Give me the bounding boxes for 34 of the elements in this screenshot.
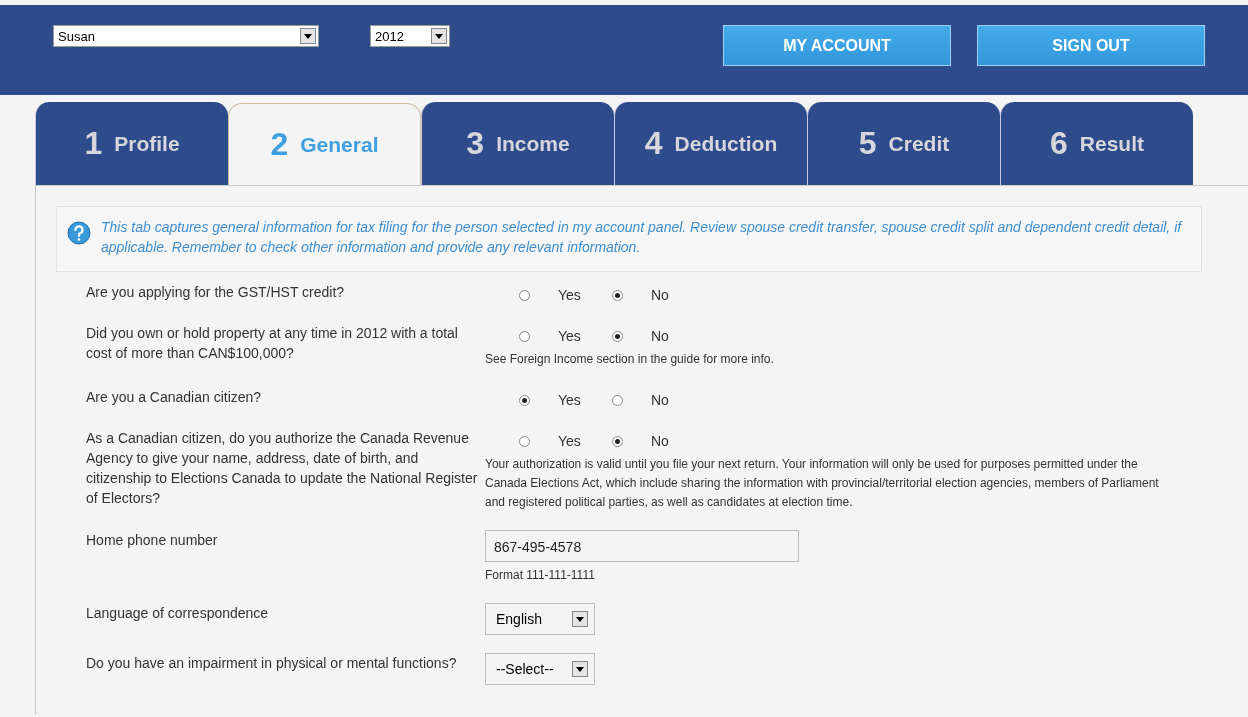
radio-button[interactable] [519,330,530,342]
phone-input-field[interactable]: 867-495-4578 [485,530,799,562]
help-note: See Foreign Income section in the guide for more info. [485,351,775,368]
radio-button[interactable] [612,289,623,301]
option-label: No [651,433,670,449]
dropdown-select[interactable]: English [485,603,595,635]
dropdown-select[interactable]: --Select-- [485,653,595,685]
option-label: No [651,287,670,303]
option-label: No [651,328,670,344]
radio-button[interactable] [612,394,623,406]
tab[interactable]: 3 Income [421,102,614,185]
info-text: This tab captures general information for tax filing for the person selected in my account panel. Review spouse credit transfer, spouse credit split and dependent credit detail, if applicable. Remember to check other information and provide any relevant information. [101,218,1184,257]
question-label: Did you own or hold property at any time in 2012 with a total cost of more than CAN$100,000? [86,324,459,363]
help-note: Format 111-111-1111 [485,567,596,584]
tab[interactable]: 5 Credit [807,102,1000,185]
question-label: Do you have an impairment in physical or mental functions? [86,654,458,673]
option-label: No [651,392,670,408]
question-label: As a Canadian citizen, do you authorize the Canada Revenue Agency to give your name, address, date of birth, and citizenship to Elections Canada to update the National Register of Electors? [86,429,479,508]
radio-button[interactable] [612,435,623,447]
radio-button[interactable] [519,289,530,301]
radio-button[interactable] [519,394,530,406]
tab[interactable]: 6 Result [1000,102,1193,185]
person-select[interactable]: Susan [53,25,319,47]
tab[interactable]: 1 Profile [35,102,228,185]
radio-button[interactable] [612,330,623,342]
help-icon [67,221,91,245]
question-label: Are you applying for the GST/HST credit? [86,283,346,302]
question-label: Language of correspondence [86,604,270,623]
question-label: Are you a Canadian citizen? [86,388,263,407]
year-select[interactable]: 2012 [370,25,450,47]
radio-button[interactable] [519,435,530,447]
help-note: Your authorization is valid until you file your next return. Your information will only be used for purposes permitted under the Canada Elections Act, which include sharing the information with provincial/territorial election agencies, members of Parliament and registered political parties, as well as candidates at election time. [485,456,1160,511]
tab[interactable]: 4 Deduction [614,102,807,185]
question-label: Home phone number [86,531,219,550]
